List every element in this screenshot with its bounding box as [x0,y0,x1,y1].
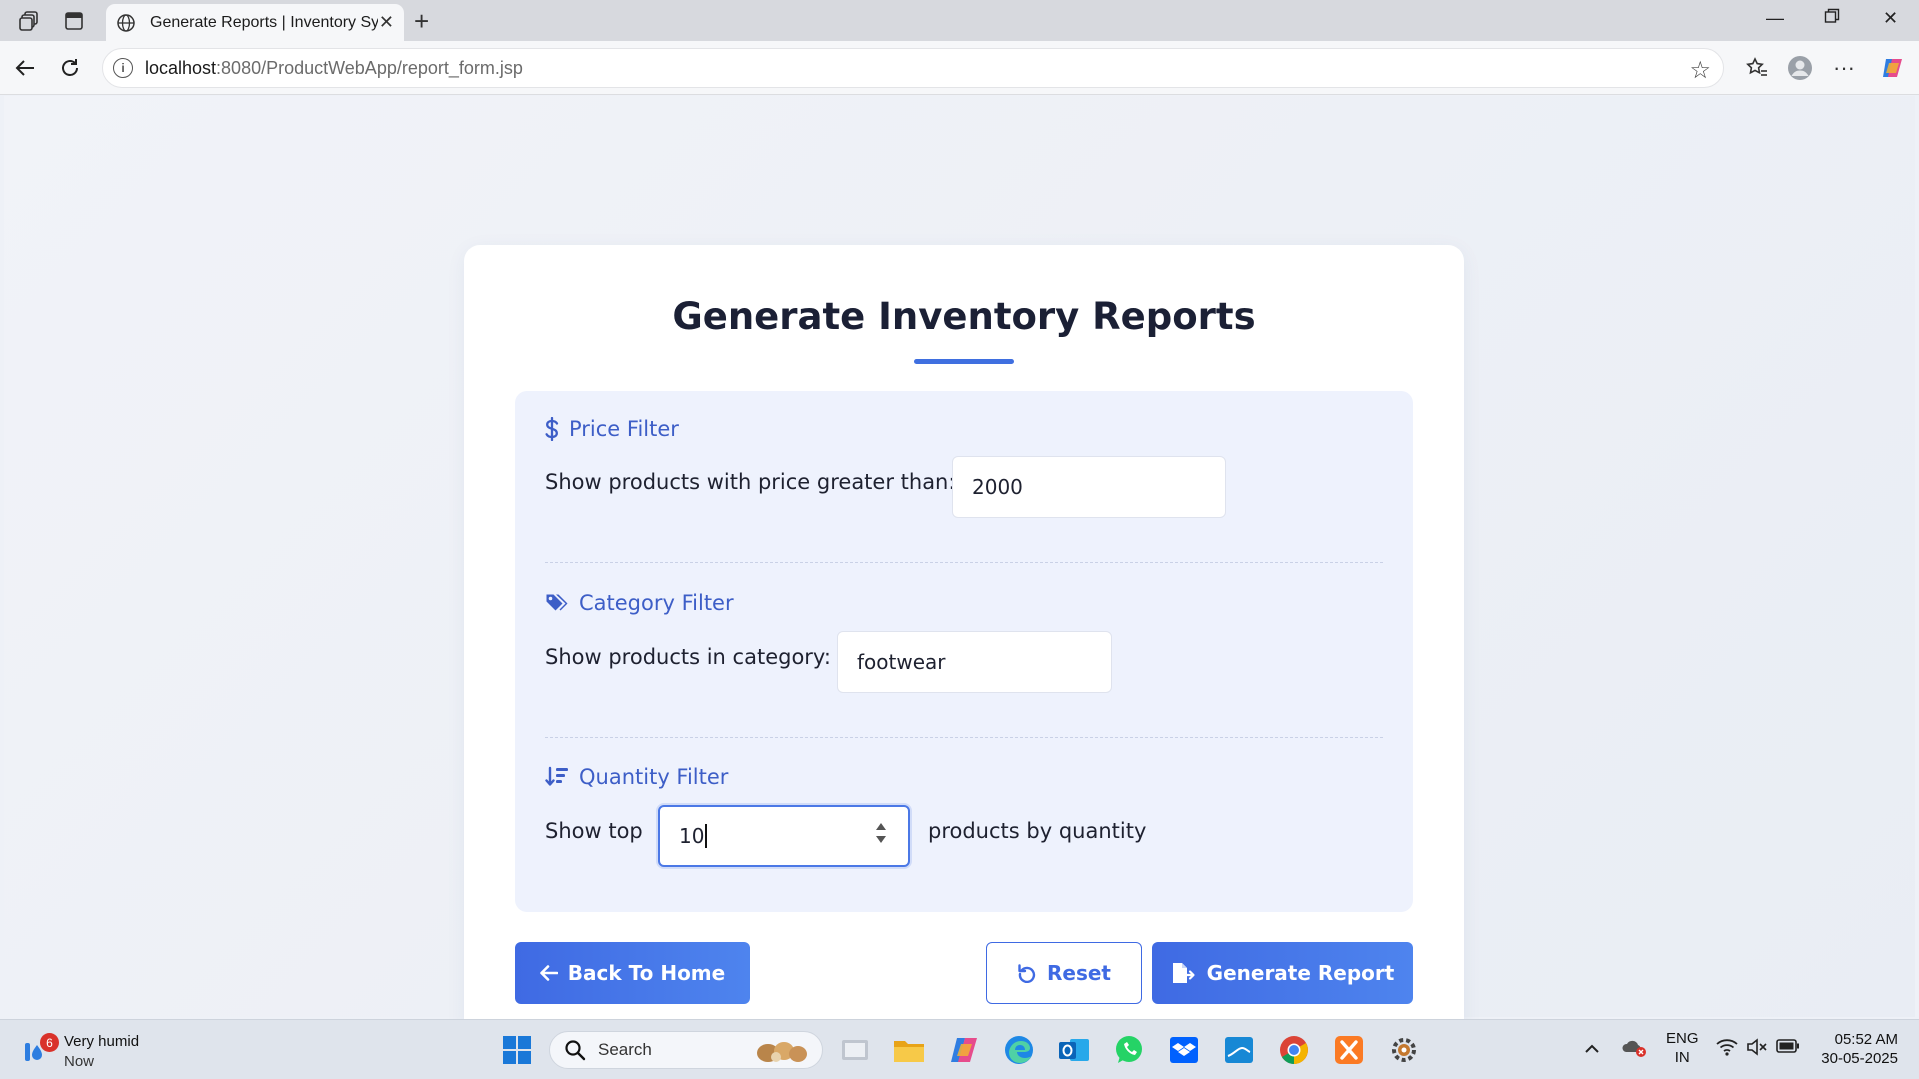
clock[interactable]: 05:52 AM 30-05-2025 [1818,1030,1898,1068]
site-info-icon[interactable]: i [113,58,133,78]
decrement-icon[interactable] [876,836,886,843]
restore-icon[interactable] [1824,8,1840,29]
taskbar: 6 Very humid Now Search ENG IN 05:52 AM … [0,1019,1919,1079]
favorite-star-icon[interactable]: ☆ [1689,56,1711,84]
globe-icon [116,12,138,34]
workspaces-icon[interactable] [17,8,43,34]
section-divider [545,562,1383,563]
min-price-input[interactable]: 2000 [952,456,1226,518]
minimize-icon[interactable]: — [1766,8,1784,29]
dropbox-icon[interactable] [1164,1030,1204,1070]
whatsapp-icon[interactable] [1109,1030,1149,1070]
profile-avatar[interactable] [1786,54,1814,82]
report-card: Generate Inventory Reports Price Filter … [464,245,1464,1057]
category-filter-heading: Category Filter [545,591,734,615]
copilot-icon[interactable] [1879,54,1907,82]
region-code: IN [1674,1049,1690,1066]
search-placeholder: Search [598,1040,652,1059]
task-view-icon[interactable] [835,1030,875,1070]
quantity-stepper[interactable]: 10 [658,805,910,867]
outlook-icon[interactable] [1054,1030,1094,1070]
new-tab-icon[interactable]: + [414,6,429,37]
back-arrow-icon[interactable] [11,54,39,82]
arrow-left-icon [539,965,558,981]
search-icon [565,1040,586,1061]
title-underline [914,359,1014,364]
battery-icon[interactable] [1776,1039,1800,1057]
close-window-icon[interactable]: ✕ [1883,8,1898,29]
reset-button[interactable]: Reset [986,942,1142,1004]
quantity-label-after: products by quantity [928,819,1147,843]
weather-widget[interactable]: 6 Very humid Now [22,1032,139,1072]
tab-strip: Generate Reports | Inventory Syst ✕ + — … [0,0,1919,41]
page-title: Generate Inventory Reports [672,295,1256,338]
show-hidden-icons[interactable] [1584,1038,1600,1059]
quantity-label-before: Show top [545,819,643,843]
weather-title: Very humid [64,1033,140,1050]
file-export-icon [1172,963,1195,983]
chrome-icon[interactable] [1274,1030,1314,1070]
category-input[interactable]: footwear [837,631,1112,693]
clock-date: 30-05-2025 [1821,1050,1898,1067]
active-tab[interactable]: Generate Reports | Inventory Syst ✕ [106,4,404,41]
language-indicator[interactable]: ENG IN [1666,1029,1699,1067]
start-icon[interactable] [497,1030,537,1070]
copilot-app-icon[interactable] [944,1030,984,1070]
close-tab-icon[interactable]: ✕ [379,12,394,33]
mysql-workbench-icon[interactable] [1219,1030,1259,1070]
increment-icon[interactable] [876,823,886,830]
sort-amount-down-icon [545,766,568,786]
vertical-tabs-icon[interactable] [61,8,87,34]
filters-panel: Price Filter Show products with price gr… [515,391,1413,912]
tab-title: Generate Reports | Inventory Syst [150,13,378,31]
stepper-arrows[interactable] [876,823,886,843]
price-filter-label: Show products with price greater than: [545,470,956,494]
xampp-icon[interactable] [1329,1030,1369,1070]
weather-badge: 6 [40,1033,59,1052]
favorites-icon[interactable] [1743,54,1771,82]
address-bar[interactable]: i localhost:8080/ProductWebApp/report_fo… [102,48,1724,88]
wifi-icon[interactable] [1716,1038,1738,1060]
tags-icon [546,594,568,611]
edge-icon[interactable] [999,1030,1039,1070]
text-caret [705,824,707,848]
back-to-home-button[interactable]: Back To Home [515,942,750,1004]
clock-time: 05:52 AM [1834,1031,1898,1048]
category-filter-label: Show products in category: [545,645,831,669]
taskbar-search[interactable]: Search [549,1031,823,1069]
volume-muted-icon[interactable] [1746,1038,1768,1060]
price-filter-heading: Price Filter [545,417,679,441]
file-explorer-icon[interactable] [889,1030,929,1070]
page-background: Generate Inventory Reports Price Filter … [4,96,1915,1057]
weather-subtitle: Now [64,1053,95,1070]
more-menu-icon[interactable]: ··· [1830,54,1858,82]
dollar-icon [545,417,559,441]
onedrive-error-icon[interactable] [1622,1036,1648,1062]
toolbar: i localhost:8080/ProductWebApp/report_fo… [0,41,1919,95]
section-divider [545,737,1383,738]
settings-gear-icon[interactable] [1384,1030,1424,1070]
url-text: localhost:8080/ProductWebApp/report_form… [145,57,523,78]
quantity-filter-heading: Quantity Filter [545,765,728,789]
refresh-icon[interactable] [56,54,84,82]
weather-icon: 6 [22,1033,59,1069]
search-highlight-icon [757,1042,807,1062]
generate-report-button[interactable]: Generate Report [1152,942,1413,1004]
undo-icon [1018,964,1036,983]
language-code: ENG [1666,1030,1699,1047]
